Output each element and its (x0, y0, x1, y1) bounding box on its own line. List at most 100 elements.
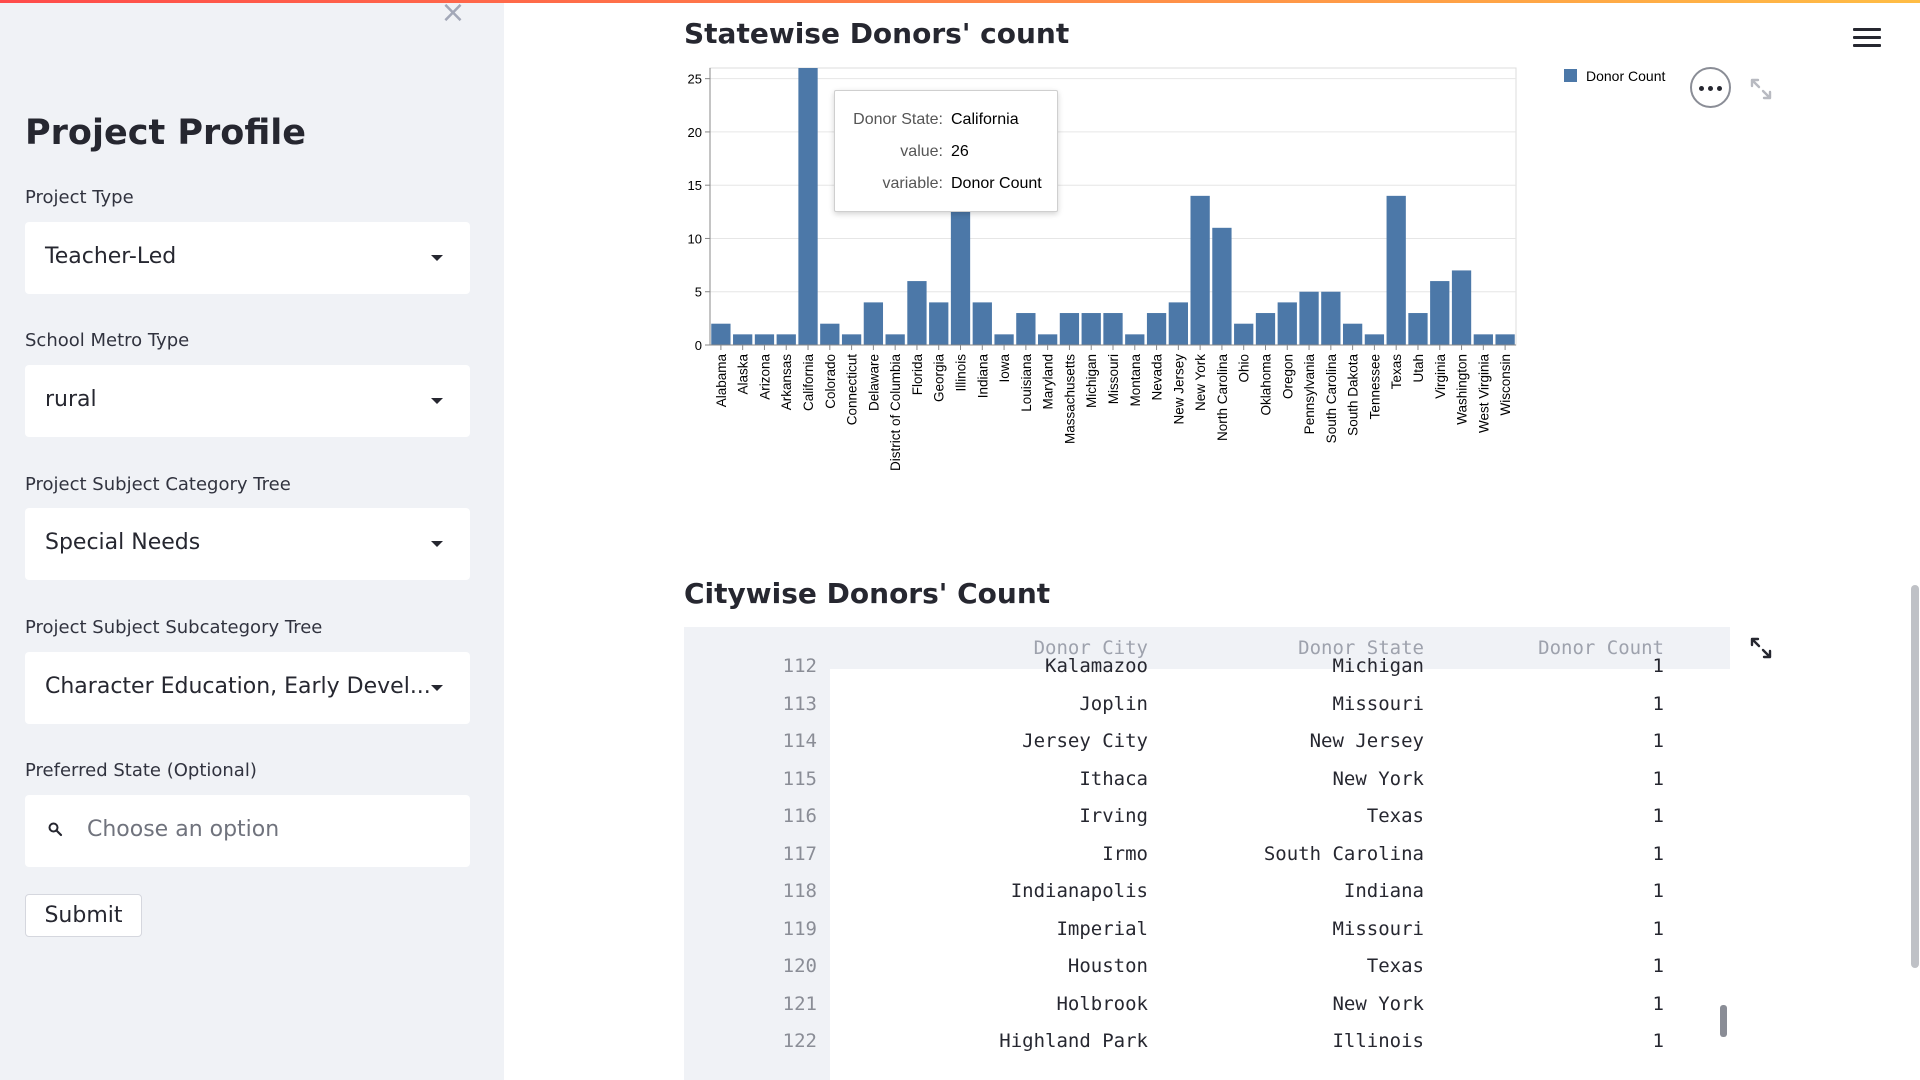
x-tick-label: New Jersey (1171, 354, 1186, 425)
x-tick-label: Colorado (823, 354, 838, 409)
bar (1059, 313, 1080, 345)
cell-count: 1 (1652, 880, 1664, 902)
x-tick-label: District of Columbia (888, 354, 903, 472)
x-tick-label: Oklahoma (1258, 354, 1273, 416)
citywise-data-table[interactable]: Donor City Donor State Donor Count 112 Ka… (684, 627, 1730, 1080)
bar (711, 323, 731, 345)
bar (950, 206, 971, 345)
x-tick-label: Louisiana (1019, 354, 1034, 412)
x-tick-label: Wisconsin (1498, 354, 1513, 416)
row-index: 115 (782, 767, 817, 790)
subject-category-select[interactable]: Special Needs (25, 508, 470, 580)
cell-state: Missouri (1332, 692, 1424, 715)
bar (1430, 281, 1450, 345)
x-tick-label: South Carolina (1324, 354, 1339, 444)
bar (1277, 302, 1297, 345)
cell-state: Texas (1366, 805, 1424, 827)
cell-city: Kalamazoo (1045, 655, 1148, 677)
cell-city: Indianapolis (1010, 880, 1148, 902)
project-type-label: Project Type (25, 187, 134, 208)
column-header-count[interactable]: Donor Count (1538, 637, 1664, 659)
bar (994, 334, 1014, 345)
project-type-select[interactable]: Teacher-Led (25, 222, 470, 294)
sidebar-title: Project Profile (25, 113, 306, 153)
row-index: 119 (782, 917, 817, 940)
page-scrollbar[interactable] (1911, 585, 1919, 968)
cell-city: Irving (1079, 805, 1148, 827)
cell-city: Ithaca (1079, 767, 1148, 790)
bar (1408, 313, 1428, 345)
bar (841, 334, 862, 345)
bar (1081, 313, 1101, 345)
fullscreen-icon[interactable] (1749, 77, 1773, 101)
cell-city: Imperial (1056, 917, 1148, 940)
cell-city: Highland Park (999, 1030, 1148, 1052)
bar (1212, 227, 1232, 345)
top-accent-bar (0, 0, 1920, 3)
x-tick-label: Massachusetts (1062, 354, 1077, 444)
cell-state: Michigan (1332, 655, 1424, 677)
preferred-state-label: Preferred State (Optional) (25, 760, 257, 781)
x-tick-label: Alabama (714, 354, 729, 408)
cell-city: Houston (1067, 955, 1148, 977)
chevron-down-icon (431, 541, 443, 547)
bar (1451, 270, 1472, 345)
x-tick-label: Virginia (1433, 354, 1448, 399)
x-tick-label: South Dakota (1346, 354, 1361, 436)
close-icon: × (440, 0, 466, 30)
bar (863, 302, 884, 345)
more-options-button[interactable] (1690, 67, 1731, 108)
bar (929, 302, 949, 345)
fullscreen-icon[interactable] (1749, 636, 1773, 660)
bar (1386, 195, 1406, 345)
table-header: Donor City Donor State Donor Count (684, 627, 1730, 669)
submit-button[interactable]: Submit (25, 894, 142, 937)
bar (885, 334, 905, 345)
statewise-bar-chart[interactable]: 0 5 10 15 20 25 Alabama Alaska Arizona Arkansas Ca… (680, 60, 1680, 500)
bar (907, 281, 927, 345)
preferred-state-select[interactable]: Choose an option (25, 795, 470, 867)
tooltip-row: value: 26 (835, 143, 1059, 163)
chevron-down-icon (431, 255, 443, 261)
bar (1190, 195, 1210, 345)
tooltip-value: Donor Count (951, 175, 1042, 192)
x-tick-label: Delaware (866, 354, 881, 411)
cell-count: 1 (1652, 842, 1664, 865)
row-index: 118 (782, 880, 817, 902)
chart-heading: Statewise Donors' count (684, 17, 1070, 50)
cell-count: 1 (1652, 655, 1664, 677)
y-tick-label: 5 (695, 285, 702, 300)
bar (1321, 291, 1341, 345)
school-metro-type-value: rural (45, 387, 97, 412)
cell-count: 1 (1652, 917, 1664, 940)
bar (1146, 313, 1167, 345)
more-dot (1699, 86, 1704, 91)
table-scrollbar[interactable] (1720, 1005, 1727, 1037)
bar (798, 68, 818, 345)
bar (1168, 302, 1188, 345)
bar (1342, 323, 1363, 345)
cell-count: 1 (1652, 992, 1664, 1015)
x-tick-label: Montana (1128, 354, 1143, 407)
cell-city: Holbrook (1056, 992, 1148, 1015)
cell-state: Indiana (1343, 880, 1424, 902)
close-sidebar-button[interactable]: × (440, 0, 466, 30)
bar (1234, 323, 1254, 345)
x-tick-label: Utah (1411, 354, 1426, 383)
row-index: 113 (782, 692, 817, 715)
x-tick-label: West Virginia (1476, 354, 1491, 434)
chevron-down-icon (431, 685, 443, 691)
x-tick-label: Florida (910, 354, 925, 396)
bar (776, 334, 796, 345)
cell-state: Texas (1366, 955, 1424, 977)
hamburger-line (1853, 44, 1881, 47)
cell-state: Illinois (1332, 1030, 1424, 1052)
bar (1364, 334, 1385, 345)
cell-count: 1 (1652, 805, 1664, 827)
more-dot (1708, 86, 1713, 91)
hamburger-menu-icon[interactable] (1853, 28, 1881, 52)
row-index: 120 (782, 955, 817, 977)
cell-state: Missouri (1332, 917, 1424, 940)
subject-subcategory-select[interactable]: Character Education, Early Devel... (25, 652, 470, 724)
school-metro-type-select[interactable]: rural (25, 365, 470, 437)
